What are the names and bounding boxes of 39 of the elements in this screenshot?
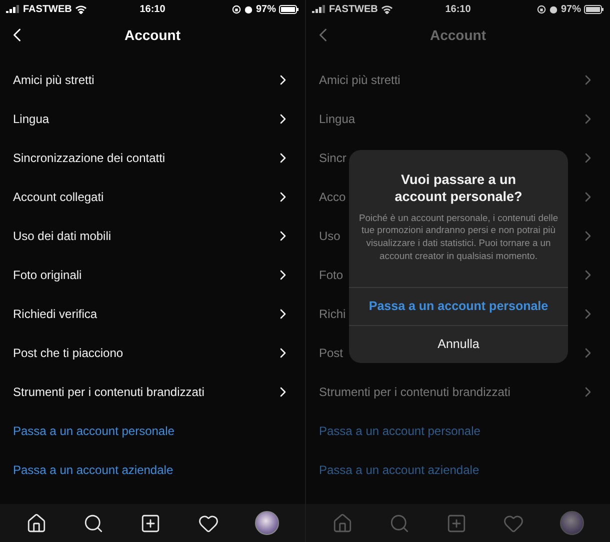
carrier-name: FASTWEB (329, 4, 378, 14)
menu-item[interactable]: Post che ti piacciono (13, 346, 275, 360)
signal-icon (312, 4, 326, 14)
menu-item[interactable]: Uso dei dati mobili (13, 228, 275, 242)
menu-item[interactable]: Amici più stretti (13, 72, 275, 86)
battery-icon (584, 4, 604, 14)
menu-item[interactable]: Foto originali (13, 268, 275, 282)
wifi-icon (74, 4, 87, 14)
menu-item[interactable]: Richiedi verifica (13, 306, 275, 320)
cancel-button[interactable]: Annulla (349, 324, 568, 362)
add-icon[interactable] (140, 512, 162, 534)
menu-item[interactable]: Strumenti per i contenuti brandizzati (319, 384, 580, 398)
menu-item[interactable]: Lingua (319, 112, 580, 126)
battery-icon (279, 4, 300, 14)
confirm-button[interactable]: Passa a un account personale (349, 286, 568, 324)
home-icon[interactable] (26, 512, 48, 534)
wifi-icon (380, 4, 393, 14)
carrier-name: FASTWEB (23, 4, 72, 14)
rotation-lock-icon (537, 4, 546, 14)
menu-item[interactable]: Account collegati (13, 190, 275, 204)
menu-item[interactable]: Lingua (13, 112, 275, 126)
screen-title: Account (124, 27, 182, 43)
dialog-message: Poiché è un account personale, i contenuti delle tue promozioni andranno persi e non potrai più visualizzare i dati statistici. Puoi tornare a un account creator in qualsiasi momento. (358, 212, 560, 263)
menu-item[interactable]: Strumenti per i contenuti brandizzati (13, 384, 275, 398)
dialog-title: Vuoi passare a un account personale? (394, 171, 524, 206)
menu-item[interactable]: Sincronizzazione dei contatti (13, 150, 275, 164)
avatar-icon[interactable] (254, 511, 279, 535)
battery-percentage: 97% (256, 4, 276, 14)
screen-title: Account (429, 27, 487, 43)
rotation-lock-icon (232, 4, 241, 14)
signal-icon (6, 4, 20, 14)
search-icon[interactable] (83, 512, 104, 534)
battery-percentage: 97% (561, 4, 582, 14)
heart-icon[interactable] (198, 512, 219, 534)
link[interactable]: Passa a un account aziendale (13, 462, 291, 476)
link[interactable]: Passa a un account personale (13, 424, 291, 438)
menu-item[interactable]: Amici più stretti (319, 72, 580, 86)
clock-time: 16:10 (140, 4, 166, 14)
clock-time: 16:10 (445, 4, 471, 14)
